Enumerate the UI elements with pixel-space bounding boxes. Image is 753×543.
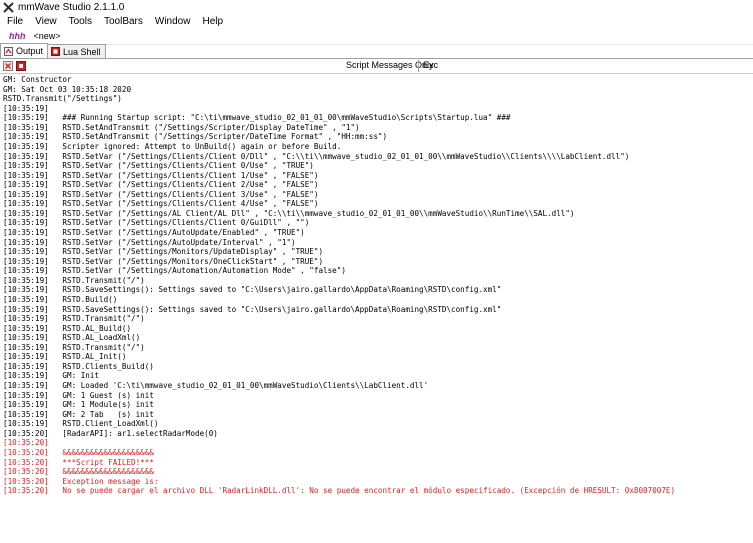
log-line-error: [10:35:20] No se puede cargar el archivo… bbox=[3, 486, 676, 496]
menu-window[interactable]: Window bbox=[149, 16, 197, 27]
menu-bar: File View Tools ToolBars Window Help bbox=[0, 14, 753, 28]
log-line: [10:35:19] RSTD.SetVar ("/Settings/Clien… bbox=[3, 218, 310, 228]
log-line: [10:35:19] RSTD.SetVar ("/Settings/Clien… bbox=[3, 180, 319, 190]
toolbar-logo: hhh bbox=[9, 31, 26, 41]
log-line: [10:35:19] GM: 2 Tab (s) init bbox=[3, 409, 154, 419]
new-document-dropdown[interactable]: <new> bbox=[34, 31, 61, 41]
output-log: GM: Constructor GM: Sat Oct 03 10:35:18 2… bbox=[0, 74, 753, 496]
app-logo-icon bbox=[3, 1, 14, 13]
menu-view[interactable]: View bbox=[29, 16, 63, 27]
clear-icon bbox=[3, 61, 13, 71]
log-line: [10:35:19] ### Running Startup script: "… bbox=[3, 113, 511, 123]
log-line-error: [10:35:20] Exception message is: bbox=[3, 476, 159, 486]
script-messages-only-toggle[interactable]: Script Messages Only bbox=[346, 60, 434, 70]
tab-lua-shell[interactable]: Lua Shell bbox=[47, 44, 106, 58]
log-line: [10:35:19] GM: Init bbox=[3, 371, 100, 381]
log-line: [10:35:19] GM: 1 Module(s) init bbox=[3, 400, 154, 410]
log-line: [10:35:19] RSTD.Client_LoadXml() bbox=[3, 419, 159, 429]
log-line: [10:35:19] RSTD.AL_Build() bbox=[3, 323, 132, 333]
log-line-error: [10:35:20] ***Script FAILED!*** bbox=[3, 457, 154, 467]
tab-output[interactable]: Output bbox=[0, 43, 49, 58]
lua-shell-icon bbox=[51, 47, 61, 56]
log-line: [10:35:19] GM: Loaded 'C:\ti\mmwave_stud… bbox=[3, 381, 429, 390]
log-line: [10:35:19] RSTD.SetVar ("/Settings/AutoU… bbox=[3, 228, 305, 237]
toolbar: hhh <new> bbox=[0, 28, 753, 45]
log-line: [10:35:19] RSTD.Transmit("/") bbox=[3, 275, 145, 285]
log-line: [10:35:19] RSTD.SetVar ("/Settings/Clien… bbox=[3, 151, 630, 161]
log-line: [10:35:19] RSTD.SaveSettings(): Settings… bbox=[3, 285, 502, 295]
log-line-error: [10:35:20] &&&&&&&&&&&&&&&&&&&& bbox=[3, 467, 154, 477]
log-line: [10:35:19] RSTD.SetVar ("/Settings/Clien… bbox=[3, 189, 319, 199]
stop-button[interactable] bbox=[16, 61, 26, 71]
log-line: [10:35:19] RSTD.Transmit("/") bbox=[3, 314, 145, 324]
log-line: [10:35:19] RSTD.AL_LoadXml() bbox=[3, 333, 141, 343]
tab-strip: Output Lua Shell bbox=[0, 43, 753, 59]
stop-icon bbox=[16, 61, 26, 71]
log-line: [10:35:19] bbox=[3, 103, 49, 113]
menu-tools[interactable]: Tools bbox=[63, 16, 98, 27]
log-line-error: [10:35:20] &&&&&&&&&&&&&&&&&&&& bbox=[3, 447, 154, 457]
log-line: [10:35:19] RSTD.SetVar ("/Settings/Clien… bbox=[3, 170, 319, 180]
log-line: [10:35:20] [RadarAPI]: ar1.selectRadarMo… bbox=[3, 428, 218, 438]
tab-output-label: Output bbox=[16, 46, 44, 56]
log-line: [10:35:19] RSTD.Clients_Build() bbox=[3, 361, 154, 371]
log-line: [10:35:19] RSTD.Build() bbox=[3, 294, 118, 304]
log-line: GM: Sat Oct 03 10:35:18 2020 bbox=[3, 84, 132, 94]
log-line: GM: Constructor bbox=[3, 75, 72, 84]
log-line-error: [10:35:20] bbox=[3, 438, 49, 448]
window-title: mmWave Studio 2.1.1.0 bbox=[18, 1, 125, 13]
menu-toolbars[interactable]: ToolBars bbox=[98, 16, 149, 27]
output-icon bbox=[4, 46, 13, 56]
log-line: [10:35:19] RSTD.AL_Init() bbox=[3, 352, 127, 362]
log-line: RSTD.Transmit("/Settings") bbox=[3, 94, 122, 104]
output-toolbar: Script Messages Only Exc bbox=[0, 59, 753, 73]
clear-output-button[interactable] bbox=[3, 61, 13, 71]
output-console[interactable]: GM: Constructor GM: Sat Oct 03 10:35:18 2… bbox=[0, 73, 753, 543]
log-line: [10:35:19] RSTD.SetVar ("/Settings/Autom… bbox=[3, 266, 346, 276]
title-bar: mmWave Studio 2.1.1.0 bbox=[0, 0, 753, 14]
log-line: [10:35:19] RSTD.SetAndTransmit ("/Settin… bbox=[3, 122, 360, 132]
log-line: [10:35:19] RSTD.SetVar ("/Settings/Clien… bbox=[3, 161, 314, 171]
log-line: [10:35:19] RSTD.SetVar ("/Settings/AL Cl… bbox=[3, 208, 575, 218]
log-line: [10:35:19] RSTD.SetVar ("/Settings/Monit… bbox=[3, 256, 324, 266]
log-line: [10:35:19] RSTD.SetVar ("/Settings/Clien… bbox=[3, 199, 319, 209]
log-line: [10:35:19] RSTD.SetVar ("/Settings/Monit… bbox=[3, 247, 324, 257]
toolbar-divider bbox=[418, 60, 419, 72]
log-line: [10:35:19] Scripter ignored: Attempt to … bbox=[3, 141, 342, 151]
exception-filter-toggle[interactable]: Exc bbox=[423, 60, 438, 70]
log-line: [10:35:19] RSTD.Transmit("/") bbox=[3, 342, 145, 352]
log-line: [10:35:19] RSTD.SetVar ("/Settings/AutoU… bbox=[3, 237, 296, 247]
menu-help[interactable]: Help bbox=[196, 16, 229, 27]
log-line: [10:35:19] RSTD.SetAndTransmit ("/Settin… bbox=[3, 132, 388, 142]
log-line: [10:35:19] RSTD.SaveSettings(): Settings… bbox=[3, 304, 502, 314]
log-line: [10:35:19] GM: 1 Guest (s) init bbox=[3, 390, 154, 400]
menu-file[interactable]: File bbox=[0, 16, 29, 27]
tab-lua-shell-label: Lua Shell bbox=[63, 46, 101, 57]
